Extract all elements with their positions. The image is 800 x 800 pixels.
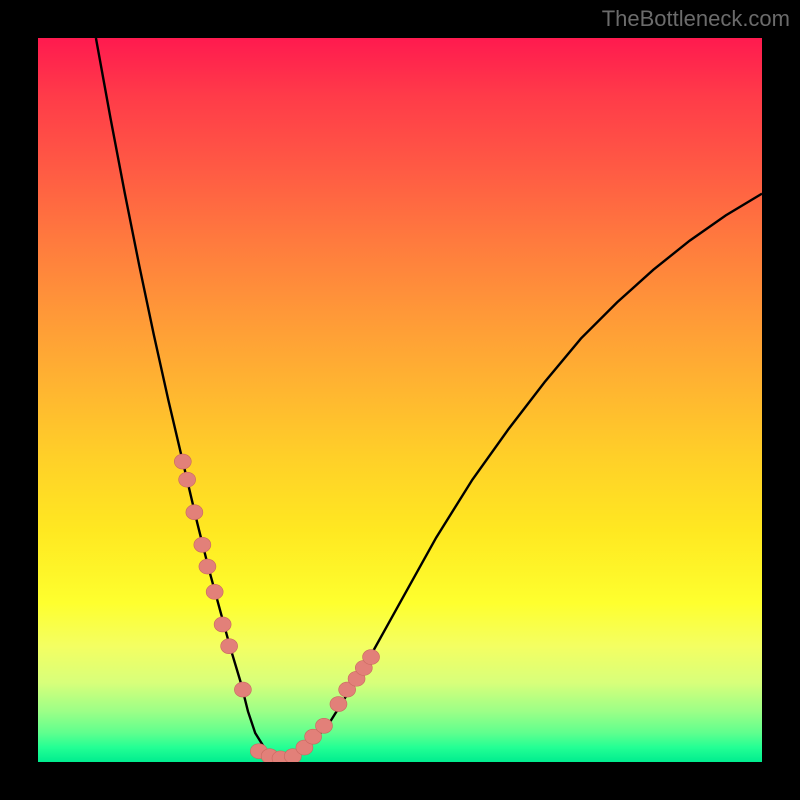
chart-container: { "watermark": "TheBottleneck.com", "col… bbox=[0, 0, 800, 800]
plot-area bbox=[38, 38, 762, 762]
watermark-text: TheBottleneck.com bbox=[602, 6, 790, 32]
